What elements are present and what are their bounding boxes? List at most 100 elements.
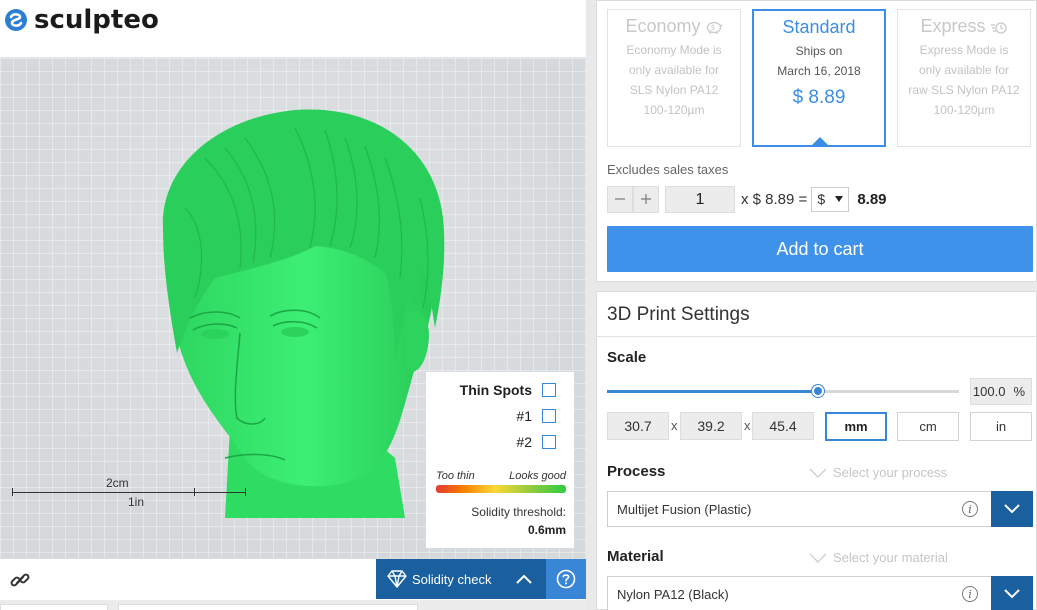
process-dropdown-button[interactable] <box>991 491 1033 527</box>
dimension-x-input[interactable]: 30.7 <box>607 412 669 440</box>
increase-quantity-button[interactable] <box>633 185 659 213</box>
mode-desc-line: Express Mode is <box>919 43 1009 57</box>
material-select[interactable]: Nylon PA12 (Black) i <box>607 576 1033 610</box>
scale-value-input[interactable]: 100.0 % <box>970 378 1032 405</box>
thin-spots-toggle[interactable]: Thin Spots <box>460 382 556 398</box>
scale-bar-imperial-label: 1in <box>128 495 145 509</box>
brand-name: sculpteo <box>34 5 159 35</box>
mode-name: Standard <box>782 17 856 37</box>
svg-text:$: $ <box>711 25 715 32</box>
chevron-up-icon <box>516 574 532 584</box>
piggy-bank-icon: $ <box>706 21 722 34</box>
chevron-down-icon <box>809 553 827 563</box>
unit-price-label: x $ 8.89 = <box>741 190 808 208</box>
add-to-cart-button[interactable]: Add to cart <box>607 226 1033 272</box>
thin-spot-label: #2 <box>516 434 532 450</box>
unit-mm-button[interactable]: mm <box>825 412 887 441</box>
process-hint: Select your process <box>809 465 947 480</box>
scale-bar-tick <box>194 488 195 496</box>
looks-good-label: Looks good <box>509 470 566 482</box>
material-hint-text: Select your material <box>833 550 948 565</box>
solidity-check-button[interactable]: Solidity check <box>376 559 546 599</box>
mode-description: Express Mode is only available for raw S… <box>898 40 1030 120</box>
logo[interactable]: sculpteo <box>4 5 159 35</box>
total-price: 8.89 <box>857 190 887 208</box>
settings-divider <box>597 336 1037 337</box>
mode-desc-line: only available for <box>918 63 1010 77</box>
mode-express[interactable]: Express Express Mode is only available f… <box>897 9 1031 147</box>
model-viewer[interactable]: 2cm 1in Thin Spots #1 #2 Too thin Looks … <box>0 58 586 558</box>
share-link-button[interactable] <box>8 568 32 592</box>
mode-desc-line: SLS Nylon PA12 <box>629 83 719 97</box>
mode-title: Express <box>898 16 1030 37</box>
mode-desc-line: March 16, 2018 <box>777 64 861 78</box>
solidity-threshold-value: 0.6mm <box>527 523 566 537</box>
mode-title: Economy $ <box>608 16 740 37</box>
left-footer <box>0 600 586 610</box>
mode-desc-line: 100-120µm <box>643 103 705 117</box>
scale-label: Scale <box>607 349 647 366</box>
chevron-down-icon <box>1004 589 1020 599</box>
selected-mode-indicator <box>811 137 829 146</box>
footer-tab[interactable] <box>118 604 418 610</box>
mode-description: Economy Mode is only available for SLS N… <box>608 40 740 120</box>
thin-spots-checkbox[interactable] <box>542 383 556 397</box>
thickness-gradient-bar <box>436 485 566 493</box>
app-root: sculpteo 2cm 1in Thin Spots #1 #2 Too th… <box>0 0 1037 610</box>
footer-tab[interactable] <box>0 604 108 610</box>
gradient-labels: Too thin Looks good <box>436 470 566 482</box>
quantity-row: 1 x $ 8.89 = $ 8.89 <box>607 185 887 213</box>
unit-in-button[interactable]: in <box>970 412 1032 441</box>
pricing-card: Economy $ Economy Mode is only available… <box>596 0 1037 282</box>
chevron-down-icon <box>809 468 827 478</box>
dimension-separator: x <box>744 418 751 433</box>
thin-spot-checkbox[interactable] <box>542 409 556 423</box>
scale-bar-tick <box>245 488 246 496</box>
thin-spot-item[interactable]: #1 <box>516 408 556 424</box>
info-icon[interactable]: i <box>962 501 978 517</box>
currency-select[interactable]: $ <box>811 186 850 212</box>
diamond-icon <box>387 570 407 588</box>
chevron-down-icon <box>1004 504 1020 514</box>
process-select[interactable]: Multijet Fusion (Plastic) i <box>607 491 1033 527</box>
settings-title: 3D Print Settings <box>607 304 750 325</box>
link-icon <box>10 573 30 587</box>
scale-unit: % <box>1013 384 1025 399</box>
scale-slider[interactable] <box>607 385 959 397</box>
mode-economy[interactable]: Economy $ Economy Mode is only available… <box>607 9 741 147</box>
dimension-z-input[interactable]: 45.4 <box>752 412 814 440</box>
decrease-quantity-button[interactable] <box>607 185 633 213</box>
minus-icon <box>615 198 625 200</box>
currency-value: $ <box>817 191 826 207</box>
plus-icon <box>641 194 651 204</box>
scale-bar-line <box>12 492 246 493</box>
mode-standard[interactable]: Standard Ships on March 16, 2018 $ 8.89 <box>752 9 886 147</box>
process-label: Process <box>607 463 666 480</box>
material-hint: Select your material <box>809 550 948 565</box>
dimension-y-input[interactable]: 39.2 <box>680 412 742 440</box>
quantity-input[interactable]: 1 <box>665 185 735 213</box>
mode-desc-line: Economy Mode is <box>626 43 722 57</box>
scale-value: 100.0 <box>972 384 1006 399</box>
material-dropdown-button[interactable] <box>991 576 1033 610</box>
too-thin-label: Too thin <box>436 470 475 482</box>
scale-slider-thumb[interactable] <box>812 385 825 397</box>
mode-desc-line: only available for <box>628 63 720 77</box>
unit-cm-button[interactable]: cm <box>897 412 959 441</box>
thin-spots-panel: Thin Spots #1 #2 Too thin Looks good Sol… <box>426 372 574 548</box>
material-label: Material <box>607 548 664 565</box>
sculpteo-logo-icon <box>5 9 27 31</box>
viewer-pane: sculpteo 2cm 1in Thin Spots #1 #2 Too th… <box>0 0 586 610</box>
mode-description: Ships on March 16, 2018 <box>754 41 884 81</box>
solidity-threshold-label: Solidity threshold: <box>471 505 566 519</box>
mode-title: Standard <box>754 17 884 38</box>
help-button[interactable] <box>546 559 586 599</box>
model-3d-head[interactable] <box>145 98 455 518</box>
scale-bar-tick <box>12 488 13 496</box>
process-value: Multijet Fusion (Plastic) <box>617 501 752 517</box>
info-icon[interactable]: i <box>962 586 978 602</box>
thin-spot-label: #1 <box>516 408 532 424</box>
thin-spot-checkbox[interactable] <box>542 435 556 449</box>
print-settings-card: 3D Print Settings Scale 100.0 % 30.7 x 3… <box>596 291 1037 610</box>
thin-spot-item[interactable]: #2 <box>516 434 556 450</box>
